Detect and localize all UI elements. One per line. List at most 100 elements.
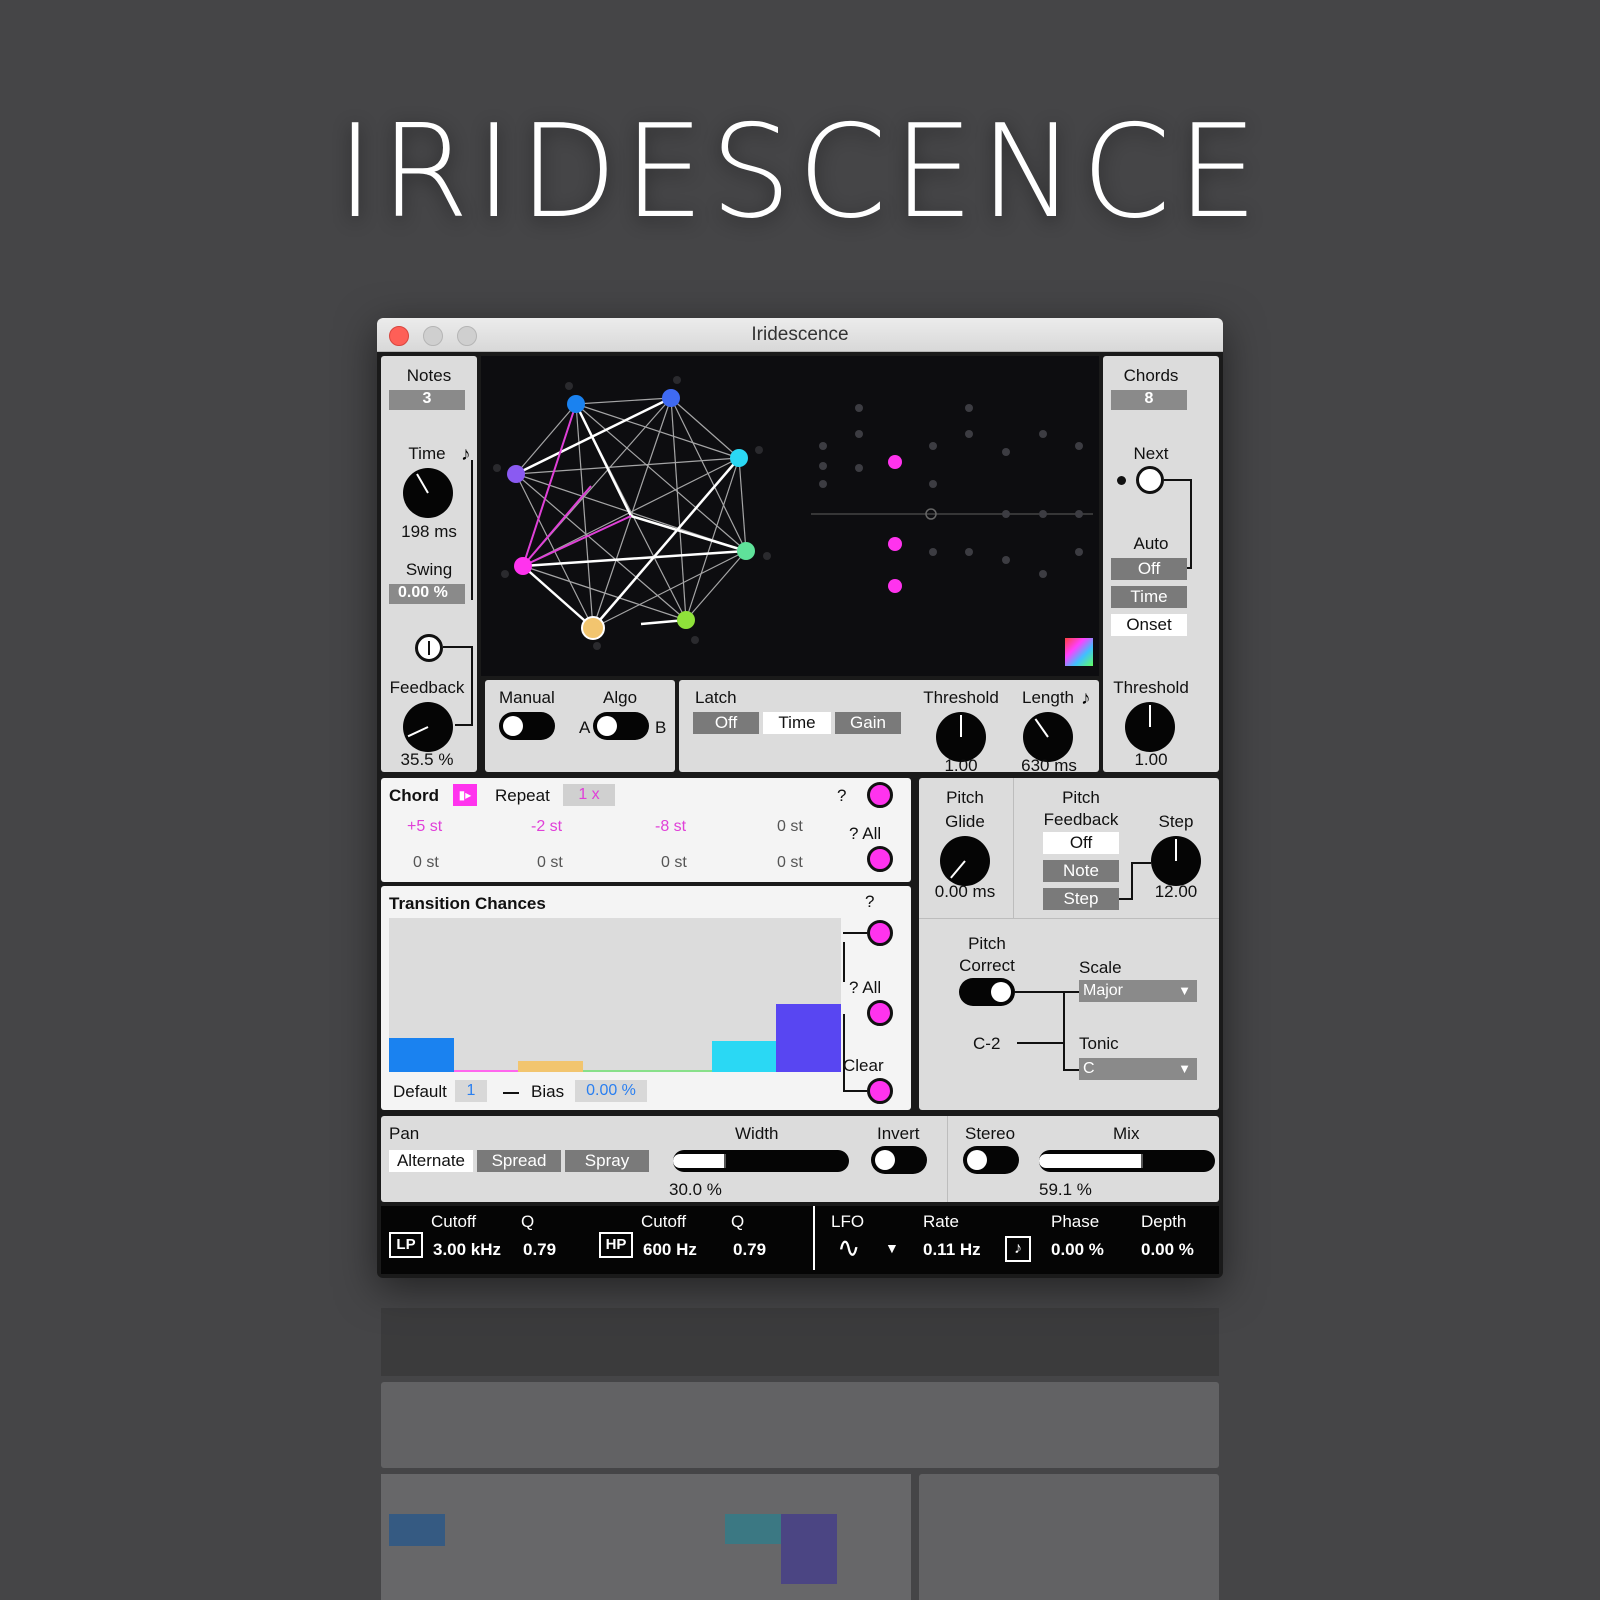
mix-slider[interactable] [1039,1150,1215,1172]
rate-value[interactable]: 0.11 Hz [923,1240,981,1260]
transition-bar[interactable] [776,1004,841,1072]
scale-value: Major [1083,982,1124,999]
sine-wave-icon[interactable]: ∿ [837,1234,860,1262]
chords-value[interactable]: 8 [1111,390,1187,410]
repeat-value[interactable]: 1 x [563,784,615,806]
transition-random-all-label: ? All [849,978,882,997]
transition-random-all-button[interactable] [867,1000,893,1026]
hp-q-value[interactable]: 0.79 [733,1240,766,1260]
interval-cell[interactable]: -2 st [531,818,562,836]
pitch-correct-toggle[interactable] [959,978,1015,1006]
note-sync-icon[interactable]: ♪ [1081,688,1091,710]
toggle-knob [991,982,1011,1002]
transition-bars[interactable] [389,918,841,1072]
connector [1190,479,1192,569]
tonic-label: Tonic [1079,1034,1119,1053]
pitch-glide-knob[interactable] [940,836,990,886]
note-sync-icon[interactable]: ♪ [461,444,471,466]
connector [1131,862,1151,864]
depth-value[interactable]: 0.00 % [1141,1240,1194,1260]
pan-spread-button[interactable]: Spread [477,1150,561,1172]
chord-random-all-button[interactable] [867,846,893,872]
transition-bar[interactable] [647,1070,712,1072]
time-value: 198 ms [401,522,457,541]
length-knob[interactable] [1023,712,1073,762]
interval-cell[interactable]: 0 st [537,854,563,872]
transition-bar[interactable] [518,1061,583,1072]
interval-cell[interactable]: +5 st [407,818,442,836]
width-label: Width [735,1124,779,1143]
width-slider[interactable] [673,1150,849,1172]
invert-toggle[interactable] [871,1146,927,1174]
phase-value[interactable]: 0.00 % [1051,1240,1104,1260]
interval-cell[interactable]: 0 st [777,854,803,872]
feedback-knob[interactable] [403,702,453,752]
bias-value[interactable]: 0.00 % [575,1080,647,1102]
interval-cell[interactable]: 0 st [413,854,439,872]
hp-button[interactable]: HP [599,1232,633,1258]
default-value[interactable]: 1 [455,1080,487,1102]
lp-cutoff-label: Cutoff [431,1212,477,1231]
step-knob[interactable] [1151,836,1201,886]
interval-cell[interactable]: 0 st [777,818,803,836]
divider [813,1206,815,1270]
algo-toggle[interactable] [593,712,649,740]
auto-off-button[interactable]: Off [1111,558,1187,580]
pitch-feedback-off-button[interactable]: Off [1043,832,1119,854]
stereo-toggle[interactable] [963,1146,1019,1174]
visual-display[interactable] [481,356,1099,676]
transition-bar[interactable] [711,1041,777,1072]
lfo-label: LFO [831,1212,865,1231]
latch-off-button[interactable]: Off [693,712,759,734]
rate-sync-icon[interactable]: ♪ [1005,1236,1031,1262]
interval-cell[interactable]: 0 st [661,854,687,872]
latch-gain-button[interactable]: Gain [835,712,901,734]
pitch-grid-dots [819,404,1083,578]
transition-random-label: ? [865,892,875,911]
time-knob[interactable] [403,468,453,518]
threshold-knob[interactable] [1125,702,1175,752]
hp-cutoff-value[interactable]: 600 Hz [643,1240,697,1260]
tonic-dropdown[interactable]: C ▼ [1079,1058,1197,1080]
feedback-reset-button[interactable] [415,634,443,662]
lp-button[interactable]: LP [389,1232,423,1258]
pitch-feedback-note-button[interactable]: Note [1043,860,1119,882]
threshold-label: Threshold [1113,678,1189,697]
transition-random-button[interactable] [867,920,893,946]
window-title: Iridescence [751,324,849,345]
notes-value[interactable]: 3 [389,390,465,410]
divider [947,1116,948,1202]
auto-time-button[interactable]: Time [1111,586,1187,608]
reflection-pan-panel [381,1382,1219,1468]
reflection-pitch-panel [919,1474,1219,1600]
latch-threshold-knob[interactable] [936,712,986,762]
next-button[interactable] [1136,466,1164,494]
chevron-down-icon[interactable]: ▼ [885,1240,899,1256]
latch-time-button[interactable]: Time [763,712,831,734]
connector [843,942,845,982]
transition-bar[interactable] [389,1038,454,1072]
pitch-glide-label-1: Pitch [946,788,984,807]
lp-cutoff-value[interactable]: 3.00 kHz [433,1240,501,1260]
chord-random-label: ? [837,786,847,805]
chord-random-button[interactable] [867,782,893,808]
pitch-feedback-step-button[interactable]: Step [1043,888,1119,910]
scale-dropdown[interactable]: Major ▼ [1079,980,1197,1002]
node-indigo [662,389,680,407]
lp-q-value[interactable]: 0.79 [523,1240,556,1260]
auto-label: Auto [1133,534,1169,553]
toggle-knob [967,1150,987,1170]
manual-toggle[interactable] [499,712,555,740]
chord-play-icon[interactable]: ▮▸ [453,784,477,806]
connector [843,1072,845,1092]
pan-spray-button[interactable]: Spray [565,1150,649,1172]
mix-value: 59.1 % [1039,1180,1092,1199]
transition-clear-button[interactable] [867,1078,893,1104]
auto-onset-button[interactable]: Onset [1111,614,1187,636]
pan-alternate-button[interactable]: Alternate [389,1150,473,1172]
interval-cell[interactable]: -8 st [655,818,686,836]
network-edges [515,397,747,629]
swing-value[interactable]: 0.00 % [389,584,465,604]
transition-bar[interactable] [453,1070,519,1072]
transition-bar[interactable] [582,1070,648,1072]
